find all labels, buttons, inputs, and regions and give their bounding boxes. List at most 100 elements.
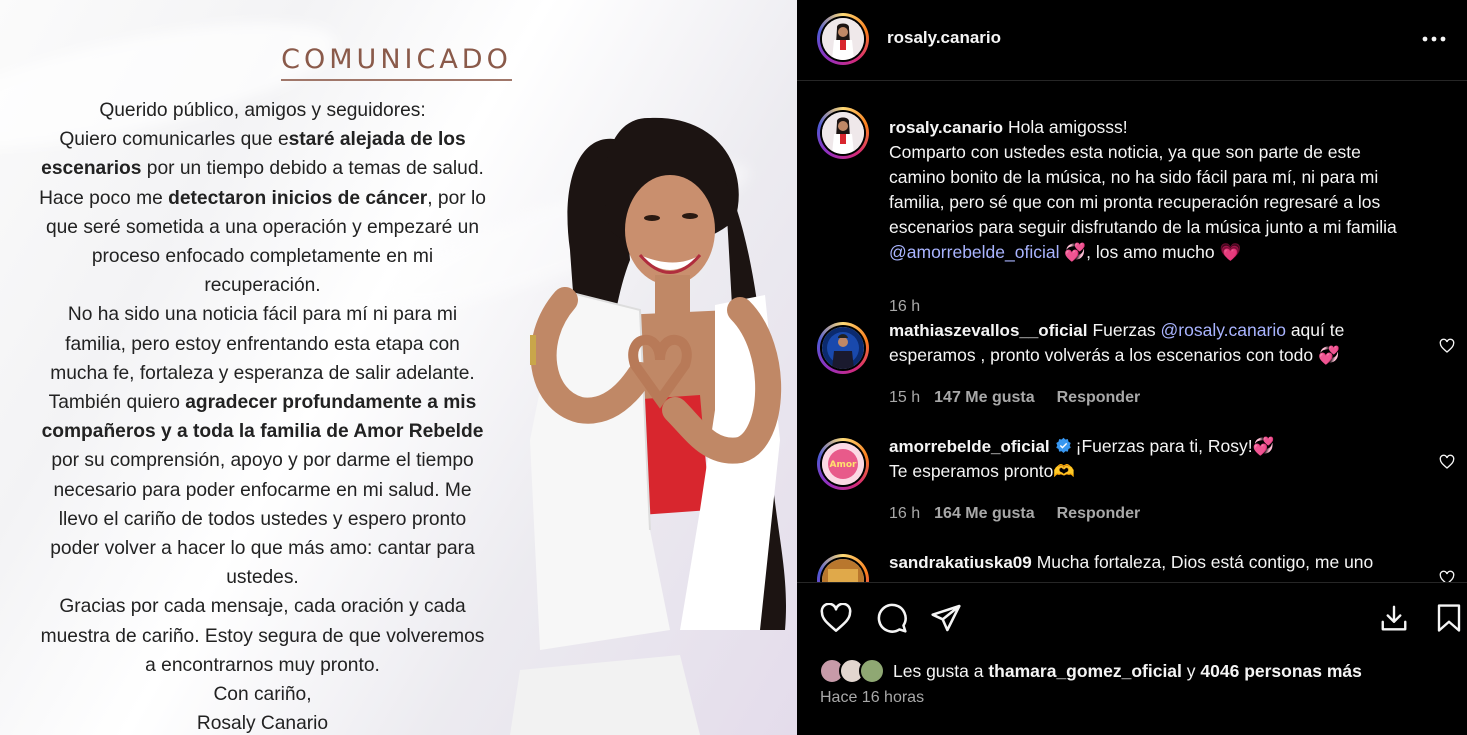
comment-meta: 15 h 147 Me gusta Responder	[889, 389, 1141, 406]
avatar-image	[822, 18, 864, 60]
caption-text: rosaly.canario Hola amigosss! Comparto co…	[889, 117, 1397, 262]
announcement-segment: que seré sometida a una operación y empe…	[45, 216, 480, 238]
announcement-line: Rosaly Canario	[10, 709, 515, 735]
comment-meta: 16 h 164 Me gusta Responder	[889, 505, 1141, 522]
share-button[interactable]	[926, 598, 966, 638]
announcement-segment: proceso enfocado completamente en mi	[91, 246, 434, 268]
divider	[797, 582, 1467, 583]
announcement-segment: compañeros y a toda la familia de Amor R…	[41, 421, 484, 443]
comment-likes[interactable]: 147 Me gusta	[934, 389, 1034, 406]
author-username[interactable]: rosaly.canario	[887, 28, 1001, 48]
announcement-line: Hace poco me detectaron inicios de cánce…	[10, 184, 515, 213]
heart-emoji: 💞	[1064, 242, 1087, 262]
announcement-segment: agradecer profundamente a mis	[185, 392, 477, 414]
announcement-segment: Gracias por cada mensaje, cada oración y…	[59, 596, 466, 618]
heart-emoji: 💞	[1318, 345, 1340, 365]
reply-button[interactable]: Responder	[1057, 389, 1141, 406]
comments-list[interactable]: rosaly.canario Hola amigosss! Comparto co…	[797, 82, 1467, 582]
announcement-line: llevo el cariño de todos ustedes y esper…	[10, 505, 515, 534]
comment-icon	[877, 603, 907, 633]
commenter-avatar[interactable]	[817, 322, 869, 374]
likes-summary[interactable]: Les gusta a thamara_gomez_oficial y 4046…	[819, 657, 1362, 685]
announcement-segment: por su comprensión, apoyo y por darme el…	[51, 450, 474, 472]
commenter-username[interactable]: sandrakatiuska09	[889, 553, 1032, 572]
download-icon	[1381, 605, 1407, 631]
commenter-username[interactable]: mathiaszevallos__oficial	[889, 321, 1087, 340]
like-button[interactable]	[816, 598, 856, 638]
caption-avatar[interactable]	[817, 107, 869, 159]
announcement-line: También quiero agradecer profundamente a…	[10, 388, 515, 417]
like-comment-icon[interactable]	[1439, 338, 1455, 354]
avatar-image	[822, 112, 864, 154]
liker-username[interactable]: thamara_gomez_oficial	[988, 661, 1182, 682]
like-comment-icon[interactable]	[1439, 570, 1455, 582]
comment-likes[interactable]: 164 Me gusta	[934, 505, 1034, 522]
author-avatar[interactable]	[817, 13, 869, 65]
liker-avatars	[819, 658, 889, 684]
announcement-segment: recuperación.	[204, 275, 321, 297]
announcement-segment: Hace poco me	[39, 187, 169, 209]
svg-text:Amor: Amor	[830, 460, 858, 470]
announcement-line: Querido público, amigos y seguidores:	[10, 96, 515, 125]
avatar-image	[822, 327, 864, 369]
verified-badge-icon	[1055, 437, 1071, 454]
announcement-line: recuperación.	[10, 271, 515, 300]
announcement-line: mucha fe, fortaleza y esperanza de salir…	[10, 359, 515, 388]
announcement-segment: llevo el cariño de todos ustedes y esper…	[58, 508, 467, 530]
download-button[interactable]	[1374, 598, 1414, 638]
caption-timestamp: 16 h	[889, 298, 921, 315]
woman-photo	[510, 117, 787, 735]
commenter-avatar[interactable]	[817, 554, 869, 582]
announcement-line: compañeros y a toda la familia de Amor R…	[10, 417, 515, 446]
announcement-line: Con cariño,	[10, 680, 515, 709]
announcement-line: familia, pero estoy enfrentando esta eta…	[10, 330, 515, 359]
caption-username[interactable]: rosaly.canario	[889, 118, 1003, 137]
reply-button[interactable]: Responder	[1057, 505, 1141, 522]
announcement-segment: Querido público, amigos y seguidores:	[99, 100, 426, 121]
mention-link[interactable]: @rosaly.canario	[1161, 320, 1286, 340]
heart-icon	[820, 603, 852, 632]
announcement-line: Quiero comunicarles que estaré alejada d…	[10, 125, 515, 154]
like-comment-icon[interactable]	[1439, 454, 1455, 470]
commenter-avatar[interactable]: Amor	[817, 438, 869, 490]
announcement-segment: No ha sido una noticia fácil para mí ni …	[67, 304, 458, 326]
post-image[interactable]: COMUNICADO Querido público, amigos y seg…	[0, 0, 797, 735]
announcement-line: a encontrarnos muy pronto.	[10, 651, 515, 680]
comment-button[interactable]	[872, 598, 912, 638]
announcement-line: ustedes.	[10, 563, 515, 592]
mention-link[interactable]: @amorrebelde_oficial	[889, 242, 1060, 262]
announcement-segment: detectaron inicios de cáncer	[168, 187, 428, 209]
post-timestamp: Hace 16 horas	[820, 689, 925, 706]
post-actions	[797, 598, 1467, 642]
heart-emoji: 💗	[1219, 242, 1242, 262]
announcement-text: Querido público, amigos y seguidores: Qui…	[10, 96, 515, 735]
announcement-segment: ustedes.	[226, 567, 299, 589]
announcement-line: poder volver a hacer lo que más amo: can…	[10, 534, 515, 563]
more-options-button[interactable]	[1421, 26, 1447, 52]
liker-avatar	[859, 658, 885, 684]
announcement-line: proceso enfocado completamente en mi	[10, 242, 515, 271]
avatar-image: Amor	[822, 443, 864, 485]
post-sidebar: rosaly.canario rosaly.canario Hola amigo…	[797, 0, 1467, 735]
announcement-segment: Con cariño,	[213, 684, 312, 706]
announcement-segment: necesario para poder enfocarme en mi sal…	[53, 479, 472, 501]
announcement-segment: También quiero	[48, 392, 186, 414]
commenter-username[interactable]: amorrebelde_oficial	[889, 437, 1050, 456]
announcement-line: necesario para poder enfocarme en mi sal…	[10, 476, 515, 505]
announcement-line: muestra de cariño. Estoy segura de que v…	[10, 622, 515, 651]
announcement-title: COMUNICADO	[0, 44, 797, 81]
announcement-line: escenarios por un tiempo debido a temas …	[10, 154, 515, 183]
announcement-segment: a encontrarnos muy pronto.	[145, 654, 380, 676]
announcement-segment: staré alejada de los	[288, 129, 466, 151]
post-header: rosaly.canario	[797, 0, 1467, 81]
announcement-segment: escenarios	[41, 158, 142, 180]
announcement-segment: por un tiempo debido a temas de salud.	[141, 158, 484, 180]
announcement-segment: mucha fe, fortaleza y esperanza de salir…	[50, 362, 475, 384]
announcement-segment: muestra de cariño. Estoy segura de que v…	[40, 625, 485, 647]
save-button[interactable]	[1429, 598, 1467, 638]
announcement-line: que seré sometida a una operación y empe…	[10, 213, 515, 242]
bookmark-icon	[1437, 604, 1461, 632]
announcement-segment: poder volver a hacer lo que más amo: can…	[50, 538, 475, 560]
likes-count[interactable]: 4046 personas más	[1200, 661, 1362, 682]
heart-emoji: 💞	[1252, 436, 1275, 456]
